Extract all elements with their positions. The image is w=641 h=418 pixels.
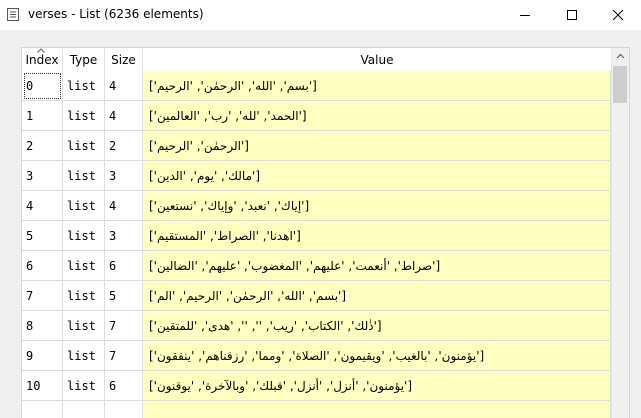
size-cell[interactable]: 6 <box>105 371 143 401</box>
value-text: ['يؤمنون', 'أنزل', 'أنزل', 'قبلك', 'وبال… <box>149 379 413 393</box>
type-cell[interactable]: list <box>63 101 105 131</box>
type-cell[interactable]: list <box>63 371 105 401</box>
type-cell[interactable]: list <box>63 71 105 101</box>
index-cell[interactable]: 2 <box>22 131 63 161</box>
value-cell[interactable]: ['صراط', 'أنعمت', 'عليهم', 'المغضوب', 'ع… <box>143 251 611 281</box>
value-cell[interactable]: ['إياك', 'نعبد', 'وإياك', 'نستعين'] <box>143 191 611 221</box>
size-cell[interactable]: 3 <box>105 221 143 251</box>
table-row[interactable] <box>22 401 611 418</box>
type-cell[interactable]: list <box>63 311 105 341</box>
scroll-up-button[interactable] <box>612 48 629 65</box>
minimize-button[interactable] <box>502 0 548 30</box>
scroll-thumb[interactable] <box>613 66 627 103</box>
type-cell[interactable]: list <box>63 281 105 311</box>
table-row[interactable]: 2 list 2 ['الرحمٰن', 'الرحيم'] <box>22 131 611 161</box>
value-cell[interactable]: ['مالك', 'يوم', 'الدين'] <box>143 161 611 191</box>
type-cell[interactable]: list <box>63 191 105 221</box>
maximize-button[interactable] <box>549 0 595 30</box>
table-row[interactable]: 1 list 4 ['الحمد', 'لله', 'رب', 'العالمي… <box>22 101 611 131</box>
index-cell[interactable] <box>22 401 63 418</box>
type-cell[interactable]: list <box>63 221 105 251</box>
size-cell[interactable]: 7 <box>105 311 143 341</box>
index-cell[interactable]: 6 <box>22 251 63 281</box>
size-cell[interactable]: 3 <box>105 161 143 191</box>
close-button[interactable] <box>595 0 641 30</box>
table-row[interactable]: 3 list 3 ['مالك', 'يوم', 'الدين'] <box>22 161 611 191</box>
value-cell[interactable]: ['الحمد', 'لله', 'رب', 'العالمين'] <box>143 101 611 131</box>
table-row[interactable]: 7 list 5 ['بسم', 'الله', 'الرحمٰن', 'الر… <box>22 281 611 311</box>
table-row[interactable]: 6 list 6 ['صراط', 'أنعمت', 'عليهم', 'الم… <box>22 251 611 281</box>
index-cell[interactable]: 7 <box>22 281 63 311</box>
ascending-arrow-icon <box>37 48 45 53</box>
value-text: ['الرحمٰن', 'الرحيم'] <box>149 139 249 153</box>
column-label: Index <box>25 53 59 67</box>
value-cell[interactable]: ['بسم', 'الله', 'الرحمٰن', 'الرحيم'] <box>143 71 611 101</box>
value-text: ['إياك', 'نعبد', 'وإياك', 'نستعين'] <box>149 199 310 213</box>
window-title: verses - List (6236 elements) <box>28 7 204 21</box>
vertical-scrollbar[interactable] <box>611 48 629 418</box>
type-cell[interactable] <box>63 401 105 418</box>
index-cell[interactable]: 5 <box>22 221 63 251</box>
column-header-type[interactable]: Type <box>63 48 105 71</box>
column-label: Size <box>111 53 136 67</box>
value-text: ['الحمد', 'لله', 'رب', 'العالمين'] <box>149 109 307 123</box>
size-cell[interactable]: 6 <box>105 251 143 281</box>
index-cell[interactable]: 9 <box>22 341 63 371</box>
value-text: ['بسم', 'الله', 'الرحمٰن', 'الرحيم', 'ال… <box>149 289 347 303</box>
column-label: Value <box>360 53 394 67</box>
table-header: Index Type Size Value <box>22 48 611 72</box>
value-text: ['بسم', 'الله', 'الرحمٰن', 'الرحيم'] <box>149 79 317 93</box>
size-cell[interactable]: 4 <box>105 71 143 101</box>
index-cell[interactable]: 0 <box>22 71 63 101</box>
index-cell[interactable]: 4 <box>22 191 63 221</box>
value-cell[interactable]: ['اهدنا', 'الصراط', 'المستقيم'] <box>143 221 611 251</box>
size-cell[interactable]: 2 <box>105 131 143 161</box>
value-cell[interactable] <box>143 401 611 418</box>
value-text: ['يؤمنون', 'بالغيب', 'ويقيمون', 'الصلاة'… <box>149 349 485 363</box>
size-cell[interactable]: 4 <box>105 101 143 131</box>
value-cell[interactable]: ['الرحمٰن', 'الرحيم'] <box>143 131 611 161</box>
value-text: ['اهدنا', 'الصراط', 'المستقيم'] <box>149 229 301 243</box>
maximize-icon <box>567 10 577 20</box>
table-row[interactable]: 10 list 6 ['يؤمنون', 'أنزل', 'أنزل', 'قب… <box>22 371 611 401</box>
table-row[interactable]: 4 list 4 ['إياك', 'نعبد', 'وإياك', 'نستع… <box>22 191 611 221</box>
column-header-size[interactable]: Size <box>105 48 143 71</box>
index-cell[interactable]: 1 <box>22 101 63 131</box>
column-header-index[interactable]: Index <box>22 48 63 71</box>
value-cell[interactable]: ['بسم', 'الله', 'الرحمٰن', 'الرحيم', 'ال… <box>143 281 611 311</box>
size-cell[interactable]: 4 <box>105 191 143 221</box>
chevron-up-icon <box>616 53 625 59</box>
list-table: Index Type Size Value 0 list 4 ['بسم', '… <box>21 47 630 418</box>
minimize-icon <box>520 15 530 16</box>
table-row[interactable]: 0 list 4 ['بسم', 'الله', 'الرحمٰن', 'الر… <box>22 71 611 101</box>
title-bar[interactable]: verses - List (6236 elements) <box>0 0 641 30</box>
table-row[interactable]: 5 list 3 ['اهدنا', 'الصراط', 'المستقيم'] <box>22 221 611 251</box>
type-cell[interactable]: list <box>63 161 105 191</box>
value-text: ['مالك', 'يوم', 'الدين'] <box>149 169 260 183</box>
value-text: ['صراط', 'أنعمت', 'عليهم', 'المغضوب', 'ع… <box>149 259 441 273</box>
size-cell[interactable]: 7 <box>105 341 143 371</box>
type-cell[interactable]: list <box>63 341 105 371</box>
size-cell[interactable]: 5 <box>105 281 143 311</box>
value-cell[interactable]: ['يؤمنون', 'بالغيب', 'ويقيمون', 'الصلاة'… <box>143 341 611 371</box>
index-cell[interactable]: 8 <box>22 311 63 341</box>
type-cell[interactable]: list <box>63 131 105 161</box>
table-row[interactable]: 9 list 7 ['يؤمنون', 'بالغيب', 'ويقيمون',… <box>22 341 611 371</box>
value-text: ['ذٰلك', 'الكتاب', 'ريب', '', '', 'هدى',… <box>149 319 382 333</box>
table-row[interactable]: 8 list 7 ['ذٰلك', 'الكتاب', 'ريب', '', '… <box>22 311 611 341</box>
column-header-value[interactable]: Value <box>143 48 611 71</box>
value-cell[interactable]: ['يؤمنون', 'أنزل', 'أنزل', 'قبلك', 'وبال… <box>143 371 611 401</box>
list-window-icon <box>7 8 19 21</box>
index-cell[interactable]: 3 <box>22 161 63 191</box>
size-cell[interactable] <box>105 401 143 418</box>
index-cell[interactable]: 10 <box>22 371 63 401</box>
column-label: Type <box>69 53 98 67</box>
type-cell[interactable]: list <box>63 251 105 281</box>
value-cell[interactable]: ['ذٰلك', 'الكتاب', 'ريب', '', '', 'هدى',… <box>143 311 611 341</box>
close-icon <box>612 9 624 21</box>
